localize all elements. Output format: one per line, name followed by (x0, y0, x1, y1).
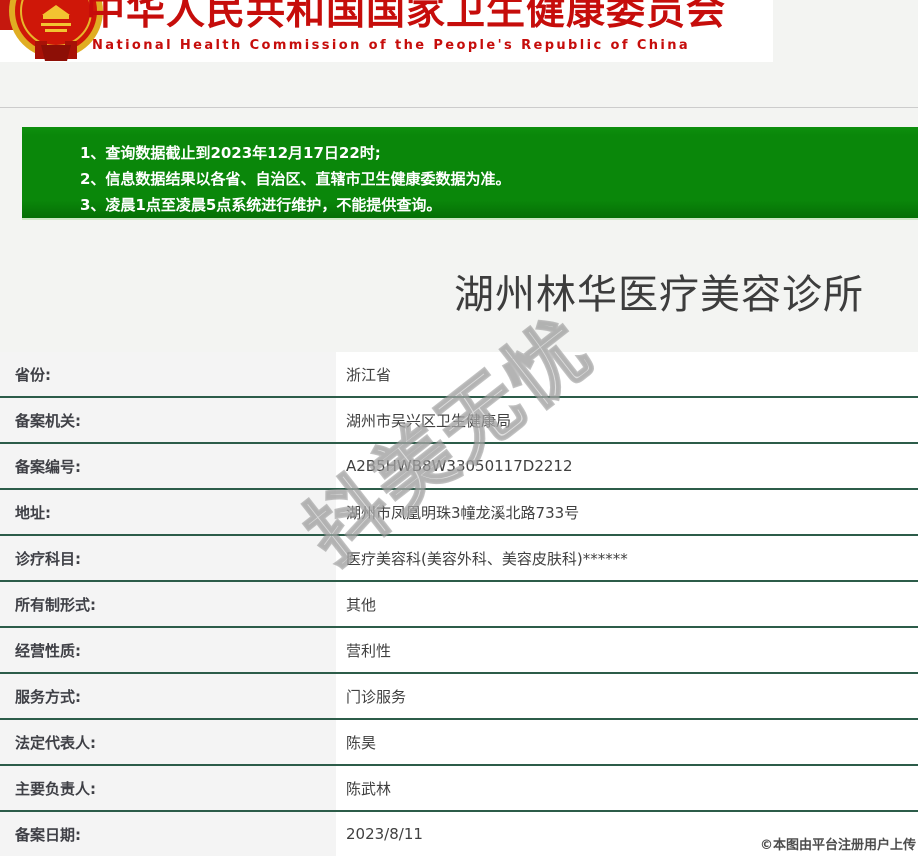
row-value: A2B5HWB8W33050117D2212 (336, 444, 918, 488)
row-label: 省份: (0, 352, 336, 396)
row-label: 服务方式: (0, 674, 336, 718)
row-value: 陈昊 (336, 720, 918, 764)
site-title-cn: 中华人民共和国国家卫生健康委员会 (86, 0, 726, 34)
site-title-en: National Health Commission of the People… (92, 38, 690, 53)
row-label: 经营性质: (0, 628, 336, 672)
header-divider (0, 107, 918, 108)
row-value: 浙江省 (336, 352, 918, 396)
row-label: 法定代表人: (0, 720, 336, 764)
table-row: 所有制形式: 其他 (0, 582, 918, 628)
table-row: 主要负责人: 陈武林 (0, 766, 918, 812)
table-row: 经营性质: 营利性 (0, 628, 918, 674)
notice-box: 1、查询数据截止到2023年12月17日22时; 2、信息数据结果以各省、自治区… (22, 127, 918, 218)
row-label: 诊疗科目: (0, 536, 336, 580)
row-label: 所有制形式: (0, 582, 336, 626)
row-value: 营利性 (336, 628, 918, 672)
clinic-name: 湖州林华医疗美容诊所 (400, 262, 918, 320)
notice-line: 2、信息数据结果以各省、自治区、直辖市卫生健康委数据为准。 (80, 166, 918, 192)
table-row: 省份: 浙江省 (0, 352, 918, 398)
row-value: 陈武林 (336, 766, 918, 810)
row-label: 备案机关: (0, 398, 336, 442)
row-value: 其他 (336, 582, 918, 626)
site-header: 中华人民共和国国家卫生健康委员会 National Health Commiss… (0, 0, 773, 62)
page: 中华人民共和国国家卫生健康委员会 National Health Commiss… (0, 0, 918, 856)
row-value: 湖州市凤凰明珠3幢龙溪北路733号 (336, 490, 918, 534)
table-row: 诊疗科目: 医疗美容科(美容外科、美容皮肤科)****** (0, 536, 918, 582)
row-label: 备案日期: (0, 812, 336, 856)
notice-line: 1、查询数据截止到2023年12月17日22时; (80, 140, 918, 166)
table-row: 地址: 湖州市凤凰明珠3幢龙溪北路733号 (0, 490, 918, 536)
table-row: 备案编号: A2B5HWB8W33050117D2212 (0, 444, 918, 490)
row-value: 医疗美容科(美容外科、美容皮肤科)****** (336, 536, 918, 580)
notice-line: 3、凌晨1点至凌晨5点系统进行维护，不能提供查询。 (80, 192, 918, 218)
table-row: 备案机关: 湖州市吴兴区卫生健康局 (0, 398, 918, 444)
footer-watermark: ©本图由平台注册用户上传 (760, 834, 916, 853)
row-label: 主要负责人: (0, 766, 336, 810)
row-label: 备案编号: (0, 444, 336, 488)
row-value: 门诊服务 (336, 674, 918, 718)
table-row: 法定代表人: 陈昊 (0, 720, 918, 766)
table-row: 服务方式: 门诊服务 (0, 674, 918, 720)
row-label: 地址: (0, 490, 336, 534)
record-table: 省份: 浙江省 备案机关: 湖州市吴兴区卫生健康局 备案编号: A2B5HWB8… (0, 352, 918, 856)
row-value: 湖州市吴兴区卫生健康局 (336, 398, 918, 442)
